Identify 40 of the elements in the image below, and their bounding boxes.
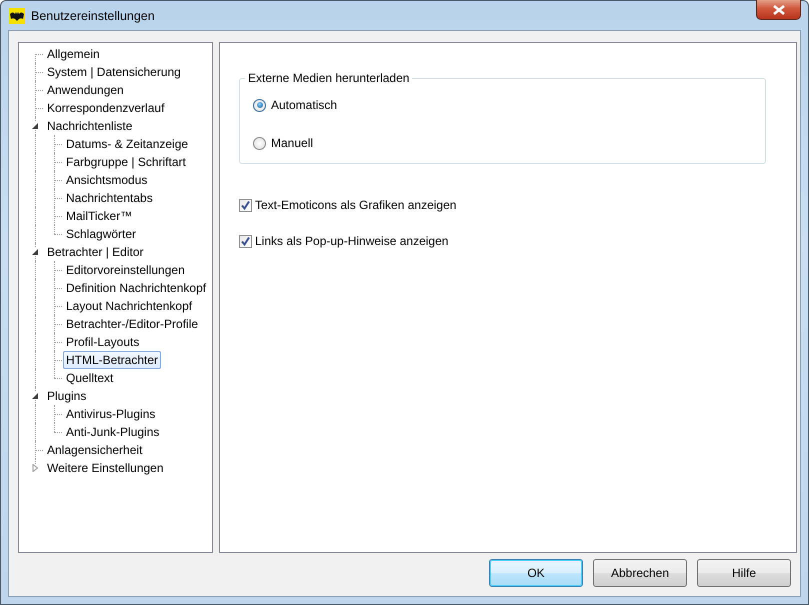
tree-item[interactable]: Plugins — [44, 387, 90, 405]
tree-item[interactable]: Profil-Layouts — [63, 333, 142, 351]
tree-item[interactable]: Farbgruppe | Schriftart — [63, 153, 189, 171]
bat-logo-icon — [9, 8, 25, 24]
tree-item[interactable]: Anlagensicherheit — [44, 441, 146, 459]
radio-button[interactable] — [253, 98, 266, 112]
tree-item[interactable]: Betrachter-/Editor-Profile — [63, 315, 202, 333]
tree-item[interactable]: Definition Nachrichtenkopf — [63, 279, 210, 297]
collapsed-triangle-icon[interactable] — [32, 464, 39, 472]
tree-item[interactable]: Korrespondenzverlauf — [44, 99, 168, 117]
tree-item[interactable]: Editorvoreinstellungen — [63, 261, 188, 279]
tree-item[interactable]: Quelltext — [63, 369, 116, 387]
tree-item[interactable]: Schlagwörter — [63, 225, 140, 243]
checkbox-label[interactable]: Links als Pop-up-Hinweise anzeigen — [255, 234, 448, 248]
tree-item[interactable]: System | Datensicherung — [44, 63, 184, 81]
checkbox-label[interactable]: Text-Emoticons als Grafiken anzeigen — [255, 198, 456, 212]
tree-item[interactable]: Layout Nachrichtenkopf — [63, 297, 196, 315]
tree-item[interactable]: Ansichtsmodus — [63, 171, 150, 189]
tree-item[interactable]: Anwendungen — [44, 81, 127, 99]
tree-item[interactable]: Anti-Junk-Plugins — [63, 423, 162, 441]
close-icon — [772, 4, 784, 14]
tree-item[interactable]: Allgemein — [44, 45, 103, 63]
window-title: Benutzereinstellungen — [31, 8, 155, 22]
tree-item[interactable]: HTML-Betrachter — [63, 351, 162, 369]
tree-item[interactable]: Weitere Einstellungen — [44, 459, 167, 477]
tree-item[interactable]: Betrachter | Editor — [44, 243, 146, 261]
checkbox[interactable] — [239, 234, 252, 248]
radio-label[interactable]: Manuell — [271, 136, 314, 150]
tree-item[interactable]: Nachrichtenliste — [44, 117, 136, 135]
checkbox[interactable] — [239, 198, 252, 212]
dialog-button[interactable]: Abbrechen — [593, 559, 687, 587]
tree-item[interactable]: Antivirus-Plugins — [63, 405, 158, 423]
radio-button[interactable] — [253, 136, 266, 150]
tree-item[interactable]: Datums- & Zeitanzeige — [63, 135, 192, 153]
tree-item[interactable]: MailTicker™ — [63, 207, 136, 225]
close-button[interactable] — [756, 0, 801, 20]
radio-label[interactable]: Automatisch — [271, 98, 338, 112]
tree-item[interactable]: Nachrichtentabs — [63, 189, 156, 207]
dialog-button[interactable]: Hilfe — [697, 559, 791, 587]
dialog-button[interactable]: OK — [489, 559, 583, 587]
